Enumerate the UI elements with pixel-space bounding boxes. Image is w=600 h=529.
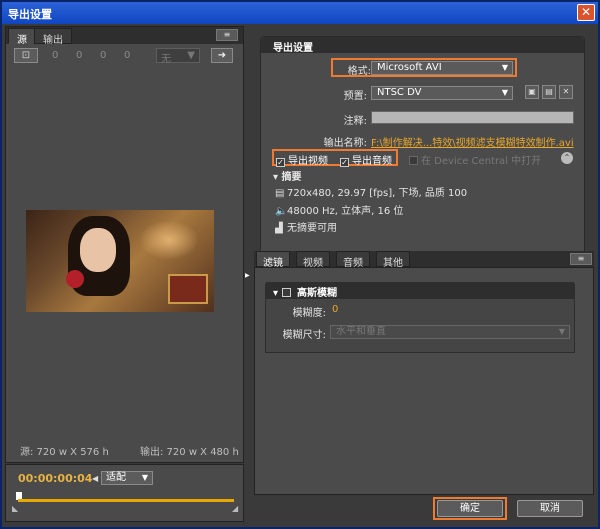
triangle-down-icon: ▾ — [273, 172, 282, 183]
summary-header[interactable]: ▾ 摘要 — [273, 168, 302, 183]
summary-video-line: ▤ 720x480, 29.97 [fps], 下场, 品质 100 — [275, 184, 467, 199]
video-preview-image — [26, 210, 214, 312]
in-point-marker-icon[interactable]: ◣ — [12, 504, 18, 513]
checkmark-icon: ✓ — [340, 158, 349, 167]
checkmark-icon: ✓ — [276, 158, 285, 167]
crop-toolbar: ⊡ 0 0 0 0 无 ▼ ➜ — [6, 45, 243, 67]
fit-select[interactable]: 适配 ▼ — [101, 471, 153, 485]
device-central-label: 在 Device Central 中打开 — [421, 156, 542, 167]
crop-left-value[interactable]: 0 — [52, 50, 58, 61]
preview-tabbar: 源 输出 ≡ — [6, 27, 243, 46]
blurriness-value[interactable]: 0 — [332, 304, 338, 315]
title-bar: 导出设置 ✕ — [2, 2, 598, 24]
format-label: 格式: — [347, 66, 371, 77]
export-audio-checkbox[interactable]: ✓ 导出音频 — [340, 152, 392, 167]
panel-menu-icon[interactable]: ≡ — [570, 253, 592, 265]
export-settings-section: 导出设置 格式: Microsoft AVI ▼ 预置: NTSC DV ▼ ▣… — [260, 36, 585, 256]
section-title: 导出设置 — [261, 37, 584, 54]
crop-right-value[interactable]: 0 — [100, 50, 106, 61]
crop-top-value[interactable]: 0 — [76, 50, 82, 61]
settings-panel: 导出设置 格式: Microsoft AVI ▼ 预置: NTSC DV ▼ ▣… — [250, 26, 596, 525]
crop-ratio-select[interactable]: 无 ▼ — [156, 48, 200, 65]
window-title: 导出设置 — [8, 8, 52, 21]
import-preset-icon[interactable]: ▤ — [542, 85, 556, 99]
blur-dimension-select[interactable]: 水平和垂直 ▼ — [330, 325, 570, 339]
tab-video[interactable]: 视频 — [296, 251, 330, 269]
comment-label: 注释: — [343, 116, 367, 127]
collapse-up-icon[interactable]: ⌃ — [561, 152, 573, 164]
blurriness-label: 模糊度: — [292, 308, 326, 319]
chevron-down-icon: ▼ — [501, 88, 508, 97]
crop-bottom-value[interactable]: 0 — [124, 50, 130, 61]
preset-select[interactable]: NTSC DV ▼ — [371, 86, 513, 100]
timecode[interactable]: 00:00:00:04 — [18, 472, 92, 485]
comment-input[interactable] — [371, 111, 574, 124]
delete-preset-icon[interactable]: ✕ — [559, 85, 573, 99]
gaussian-blur-settings: 模糊度: 0 模糊尺寸: 水平和垂直 ▼ — [265, 298, 575, 353]
summary-video-text: 720x480, 29.97 [fps], 下场, 品质 100 — [287, 188, 468, 199]
summary-none-line: ▟ 无摘要可用 — [275, 219, 337, 234]
panel-divider-icon[interactable]: ▶ — [245, 272, 250, 280]
chevron-down-icon: ▼ — [141, 473, 148, 482]
timeline-panel: 00:00:00:04 ◀ 适配 ▼ ◣ ◢ — [5, 464, 244, 522]
device-central-checkbox[interactable]: 在 Device Central 中打开 — [409, 152, 541, 167]
ok-button[interactable]: 确定 — [437, 500, 503, 517]
output-size-label: 输出: 720 w X 480 h — [140, 447, 239, 458]
chevron-down-icon: ▼ — [187, 50, 195, 61]
preset-label: 预置: — [343, 91, 367, 102]
arrow-right-icon[interactable]: ➜ — [211, 48, 233, 63]
crop-icon[interactable]: ⊡ — [14, 48, 38, 63]
tab-other[interactable]: 其他 — [376, 251, 410, 269]
export-video-checkbox[interactable]: ✓ 导出视频 — [276, 152, 328, 167]
film-icon: ▤ — [275, 188, 285, 199]
format-select[interactable]: Microsoft AVI ▼ — [371, 61, 513, 75]
output-name-link[interactable]: F:\制作解决...特效\视频滤支模糊特效制作.avi — [371, 134, 574, 149]
summary-none-text: 无摘要可用 — [287, 223, 337, 234]
out-point-marker-icon[interactable]: ◢ — [232, 504, 238, 513]
tab-filters[interactable]: 滤镜 — [256, 251, 290, 269]
gaussian-blur-checkbox[interactable] — [281, 288, 291, 297]
panel-menu-icon[interactable]: ≡ — [216, 29, 238, 41]
summary-audio-line: 🔈48000 Hz, 立体声, 16 位 — [275, 202, 403, 217]
save-preset-icon[interactable]: ▣ — [525, 85, 539, 99]
speaker-icon: 🔈 — [275, 206, 288, 217]
preset-value: NTSC DV — [377, 87, 422, 98]
tab-source[interactable]: 源 — [8, 28, 36, 46]
triangle-left-icon[interactable]: ◀ — [92, 474, 98, 483]
source-size-label: 源: 720 w X 576 h — [20, 447, 109, 458]
settings-tabbar: 滤镜 视频 音频 其他 ≡ — [254, 251, 594, 269]
format-value: Microsoft AVI — [377, 62, 442, 73]
fit-select-value: 适配 — [106, 472, 126, 483]
filters-panel: ▾ 高斯模糊 模糊度: 0 模糊尺寸: 水平和垂直 ▼ — [254, 267, 594, 495]
chevron-down-icon: ▼ — [558, 327, 565, 336]
gaussian-blur-header[interactable]: ▾ 高斯模糊 — [265, 282, 575, 299]
blur-dimension-value: 水平和垂直 — [336, 326, 386, 337]
cancel-button[interactable]: 取消 — [517, 500, 583, 517]
chart-icon: ▟ — [275, 223, 283, 234]
summary-title: 摘要 — [281, 172, 302, 183]
export-audio-label: 导出音频 — [352, 156, 392, 167]
crop-ratio-value: 无 — [161, 54, 171, 65]
work-area-bar[interactable] — [18, 499, 234, 502]
export-video-label: 导出视频 — [288, 156, 328, 167]
source-preview-panel: 源 输出 ≡ ⊡ 0 0 0 0 无 ▼ ➜ 源: 720 w X 576 h … — [5, 26, 244, 463]
export-settings-dialog: 导出设置 ✕ 源 输出 ≡ ⊡ 0 0 0 0 无 ▼ ➜ 源: 720 w X… — [0, 0, 600, 529]
tab-audio[interactable]: 音频 — [336, 251, 370, 269]
output-name-label: 输出名称: — [323, 138, 367, 149]
summary-audio-text: 48000 Hz, 立体声, 16 位 — [287, 206, 404, 217]
tab-output[interactable]: 输出 — [34, 28, 72, 46]
blur-dimension-label: 模糊尺寸: — [282, 330, 326, 341]
close-button[interactable]: ✕ — [577, 4, 595, 21]
chevron-down-icon: ▼ — [501, 63, 508, 72]
